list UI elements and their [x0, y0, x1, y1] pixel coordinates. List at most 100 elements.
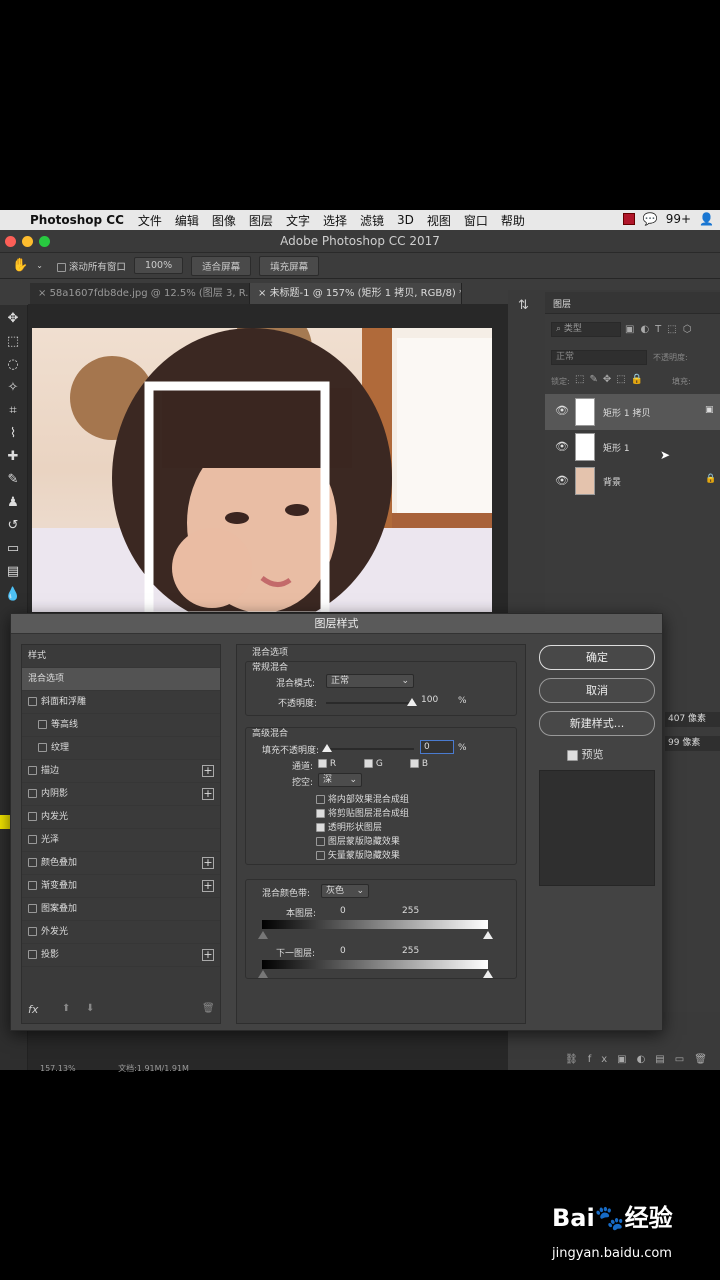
- style-stroke[interactable]: 描边 +: [22, 760, 220, 783]
- menu-filter[interactable]: 滤镜: [360, 212, 384, 229]
- blur-tool-icon[interactable]: 💧: [4, 586, 22, 604]
- marquee-tool-icon[interactable]: ⬚: [4, 333, 22, 351]
- height-field[interactable]: 99 像素: [665, 736, 720, 751]
- checkbox[interactable]: [28, 858, 37, 867]
- trash-icon[interactable]: 🗑: [202, 1003, 215, 1014]
- checkbox[interactable]: [28, 927, 37, 936]
- layer-row[interactable]: 👁 背景 🔒: [545, 464, 720, 498]
- history-panel-icon[interactable]: ⇅: [518, 298, 529, 313]
- style-inner-glow[interactable]: 内发光: [22, 806, 220, 829]
- eyedropper-tool-icon[interactable]: ⌇: [4, 425, 22, 443]
- style-outer-glow[interactable]: 外发光: [22, 921, 220, 944]
- new-style-button[interactable]: 新建样式...: [539, 711, 655, 736]
- checkbox[interactable]: [28, 766, 37, 775]
- style-pattern-overlay[interactable]: 图案叠加: [22, 898, 220, 921]
- menu-select[interactable]: 选择: [323, 212, 347, 229]
- blend-clipped-layers-checkbox[interactable]: 将剪贴图层混合成组: [316, 806, 409, 819]
- lasso-tool-icon[interactable]: ◌: [4, 356, 22, 374]
- checkbox[interactable]: [38, 743, 47, 752]
- eye-icon[interactable]: 👁: [555, 474, 569, 487]
- menu-window[interactable]: 窗口: [464, 212, 488, 229]
- healing-brush-tool-icon[interactable]: ✚: [4, 448, 22, 466]
- move-tool-icon[interactable]: ✥: [4, 310, 22, 328]
- status-app-icon[interactable]: [622, 213, 635, 225]
- transparency-shapes-layer-checkbox[interactable]: 透明形状图层: [316, 820, 382, 833]
- stamp-tool-icon[interactable]: ♟: [4, 494, 22, 512]
- fit-screen-button[interactable]: 适合屏幕: [191, 255, 252, 276]
- hand-tool-icon[interactable]: ✋: [12, 258, 28, 273]
- brush-tool-icon[interactable]: ✎: [4, 471, 22, 489]
- gradient-tool-icon[interactable]: ▤: [4, 563, 22, 581]
- checkbox[interactable]: [28, 789, 37, 798]
- move-down-icon[interactable]: ⬇: [86, 1003, 94, 1014]
- crop-tool-icon[interactable]: ⌗: [4, 402, 22, 420]
- menu-image[interactable]: 图像: [212, 212, 236, 229]
- add-icon[interactable]: +: [202, 788, 214, 800]
- menu-view[interactable]: 视图: [427, 212, 451, 229]
- menu-layer[interactable]: 图层: [249, 212, 273, 229]
- eye-icon[interactable]: 👁: [555, 404, 569, 417]
- menu-edit[interactable]: 编辑: [175, 212, 199, 229]
- checkbox[interactable]: [28, 904, 37, 913]
- style-blending-options[interactable]: 混合选项: [22, 668, 220, 691]
- eye-icon[interactable]: 👁: [555, 440, 569, 453]
- close-icon[interactable]: ×: [258, 288, 270, 299]
- checkbox[interactable]: [38, 720, 47, 729]
- wechat-icon[interactable]: 💬: [643, 212, 658, 226]
- eraser-tool-icon[interactable]: ▭: [4, 540, 22, 558]
- tab-document-1[interactable]: × 58a1607fdb8de.jpg @ 12.5% (图层 3, R...: [30, 283, 250, 304]
- menu-help[interactable]: 帮助: [501, 212, 525, 229]
- minimize-window-icon[interactable]: [22, 236, 33, 247]
- add-icon[interactable]: +: [202, 949, 214, 961]
- underlying-low-handle[interactable]: [258, 970, 268, 978]
- layers-panel-tab[interactable]: 图层: [553, 297, 571, 310]
- close-icon[interactable]: ×: [38, 288, 50, 299]
- menu-type[interactable]: 文字: [286, 212, 310, 229]
- add-icon[interactable]: +: [202, 765, 214, 777]
- style-bevel-emboss[interactable]: 斜面和浮雕: [22, 691, 220, 714]
- fx-menu-button[interactable]: fx: [28, 1003, 38, 1016]
- fill-screen-button[interactable]: 填充屏幕: [259, 255, 320, 276]
- underlying-high-handle[interactable]: [483, 970, 493, 978]
- layer-filter-icons[interactable]: ▣◐T⬚⬡: [625, 324, 715, 335]
- app-menu[interactable]: Photoshop CC: [30, 213, 124, 227]
- menu-file[interactable]: 文件: [138, 212, 162, 229]
- close-window-icon[interactable]: [5, 236, 16, 247]
- checkbox[interactable]: [28, 950, 37, 959]
- history-brush-tool-icon[interactable]: ↺: [4, 517, 22, 535]
- channel-b-checkbox[interactable]: B: [410, 759, 428, 769]
- fill-opacity-input[interactable]: 0: [420, 740, 454, 754]
- add-icon[interactable]: +: [202, 857, 214, 869]
- layer-bottom-icons[interactable]: ⛓fx▣◐▤▭🗑: [565, 1054, 717, 1065]
- layer-filter-select[interactable]: ⌕ 类型: [551, 322, 621, 337]
- layer-blend-mode-select[interactable]: 正常: [551, 350, 647, 365]
- scroll-all-windows-checkbox[interactable]: 滚动所有窗口: [56, 259, 126, 273]
- checkbox[interactable]: [28, 697, 37, 706]
- style-color-overlay[interactable]: 颜色叠加 +: [22, 852, 220, 875]
- cancel-button[interactable]: 取消: [539, 678, 655, 703]
- opacity-slider-track[interactable]: [326, 702, 414, 704]
- layer-row-selected[interactable]: 👁 矩形 1 拷贝 ▣: [545, 394, 720, 430]
- document-canvas[interactable]: [32, 328, 492, 612]
- width-field[interactable]: 407 像素: [665, 712, 720, 727]
- style-drop-shadow[interactable]: 投影 +: [22, 944, 220, 967]
- zoom-window-icon[interactable]: [39, 236, 50, 247]
- add-icon[interactable]: +: [202, 880, 214, 892]
- foreground-color-swatch[interactable]: [0, 815, 10, 829]
- channel-g-checkbox[interactable]: G: [364, 759, 383, 769]
- channel-r-checkbox[interactable]: R: [318, 759, 336, 769]
- style-texture[interactable]: 纹理: [22, 737, 220, 760]
- user-icon[interactable]: 👤: [699, 212, 714, 226]
- style-contour[interactable]: 等高线: [22, 714, 220, 737]
- magic-wand-tool-icon[interactable]: ✧: [4, 379, 22, 397]
- blend-if-select[interactable]: 灰色 ⌄: [321, 884, 369, 898]
- chevron-down-icon[interactable]: ⌄: [36, 261, 43, 270]
- fill-opacity-slider-track[interactable]: [326, 748, 414, 750]
- blend-interior-effects-checkbox[interactable]: 将内部效果混合成组: [316, 792, 409, 805]
- tab-document-2[interactable]: × 未标题-1 @ 157% (矩形 1 拷贝, RGB/8) *: [250, 283, 462, 304]
- knockout-select[interactable]: 深 ⌄: [318, 773, 362, 787]
- checkbox[interactable]: [28, 812, 37, 821]
- ok-button[interactable]: 确定: [539, 645, 655, 670]
- blend-mode-select[interactable]: 正常 ⌄: [326, 674, 414, 688]
- opacity-slider-handle[interactable]: [407, 698, 417, 706]
